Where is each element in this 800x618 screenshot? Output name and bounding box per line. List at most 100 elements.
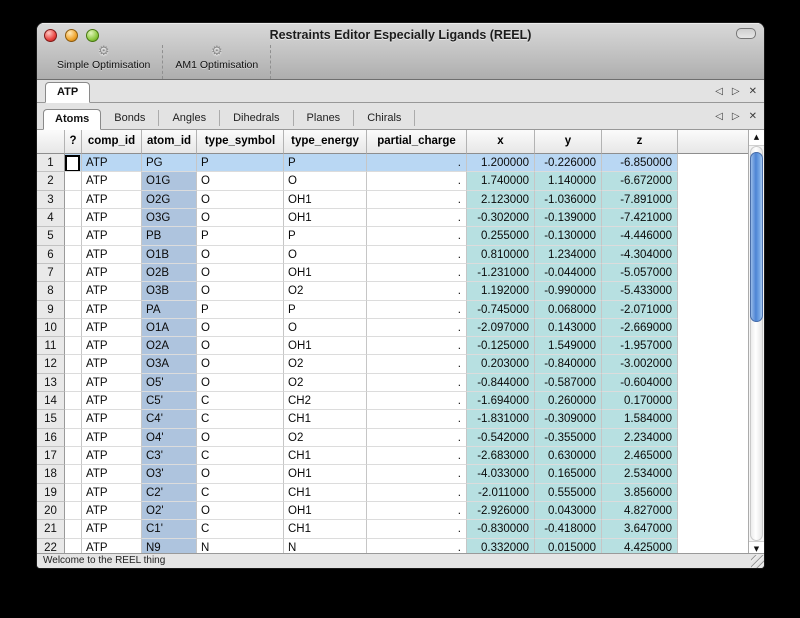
cell-x[interactable]: -2.097000 bbox=[467, 319, 535, 337]
tab-chirals[interactable]: Chirals bbox=[354, 110, 415, 126]
col-header-flag[interactable]: ? bbox=[65, 130, 82, 154]
cell-y[interactable]: 1.549000 bbox=[535, 337, 602, 355]
tab-scroll-left-icon[interactable]: ◁ bbox=[715, 111, 723, 122]
cell-atom-id[interactable]: O4' bbox=[142, 429, 197, 447]
cell-z[interactable]: 0.170000 bbox=[602, 392, 678, 410]
cell-x[interactable]: -1.694000 bbox=[467, 392, 535, 410]
cell-comp-id[interactable]: ATP bbox=[82, 429, 142, 447]
cell-x[interactable]: -0.125000 bbox=[467, 337, 535, 355]
table-row[interactable]: 18 ATP O3' O OH1 . -4.033000 0.165000 2.… bbox=[37, 465, 749, 483]
cell-y[interactable]: -0.990000 bbox=[535, 282, 602, 300]
table-row[interactable]: 9 ATP PA P P . -0.745000 0.068000 -2.071… bbox=[37, 301, 749, 319]
cell-type-symbol[interactable]: P bbox=[197, 154, 284, 172]
cell-type-energy[interactable]: O2 bbox=[284, 355, 367, 373]
row-number[interactable]: 1 bbox=[37, 154, 65, 172]
cell-comp-id[interactable]: ATP bbox=[82, 502, 142, 520]
cell-comp-id[interactable]: ATP bbox=[82, 392, 142, 410]
cell-partial-charge[interactable]: . bbox=[367, 209, 467, 227]
cell-x[interactable]: -0.745000 bbox=[467, 301, 535, 319]
cell-atom-id[interactable]: O1B bbox=[142, 246, 197, 264]
table-row[interactable]: 16 ATP O4' O O2 . -0.542000 -0.355000 2.… bbox=[37, 429, 749, 447]
col-header-comp-id[interactable]: comp_id bbox=[82, 130, 142, 154]
row-number[interactable]: 9 bbox=[37, 301, 65, 319]
cell-y[interactable]: 1.234000 bbox=[535, 246, 602, 264]
vertical-scrollbar[interactable]: ▲ ▼ bbox=[748, 130, 764, 557]
cell-partial-charge[interactable]: . bbox=[367, 355, 467, 373]
tab-scroll-left-icon[interactable]: ◁ bbox=[715, 86, 723, 97]
tab-planes[interactable]: Planes bbox=[294, 110, 355, 126]
row-number[interactable]: 10 bbox=[37, 319, 65, 337]
cell-x[interactable]: -2.683000 bbox=[467, 447, 535, 465]
cell-type-energy[interactable]: OH1 bbox=[284, 465, 367, 483]
am1-optimisation-button[interactable]: ⚙ AM1 Optimisation bbox=[163, 45, 271, 79]
cell-x[interactable]: -1.831000 bbox=[467, 410, 535, 428]
row-number[interactable]: 13 bbox=[37, 374, 65, 392]
cell-y[interactable]: -0.044000 bbox=[535, 264, 602, 282]
cell-x[interactable]: 1.740000 bbox=[467, 172, 535, 190]
cell-comp-id[interactable]: ATP bbox=[82, 319, 142, 337]
cell-type-energy[interactable]: OH1 bbox=[284, 191, 367, 209]
cell-x[interactable]: 0.255000 bbox=[467, 227, 535, 245]
cell-y[interactable]: 0.043000 bbox=[535, 502, 602, 520]
row-number[interactable]: 15 bbox=[37, 410, 65, 428]
cell-type-energy[interactable]: OH1 bbox=[284, 209, 367, 227]
cell-type-energy[interactable]: O bbox=[284, 319, 367, 337]
row-number[interactable]: 6 bbox=[37, 246, 65, 264]
cell-atom-id[interactable]: O3' bbox=[142, 465, 197, 483]
cell-x[interactable]: -0.844000 bbox=[467, 374, 535, 392]
row-number[interactable]: 14 bbox=[37, 392, 65, 410]
cell-type-energy[interactable]: OH1 bbox=[284, 337, 367, 355]
tab-close-icon[interactable]: ✕ bbox=[749, 86, 757, 97]
cell-flag[interactable] bbox=[65, 172, 82, 190]
row-number[interactable]: 20 bbox=[37, 502, 65, 520]
title-bar[interactable]: Restraints Editor Especially Ligands (RE… bbox=[37, 23, 764, 45]
tab-scroll-right-icon[interactable]: ▷ bbox=[732, 86, 740, 97]
cell-type-energy[interactable]: O2 bbox=[284, 429, 367, 447]
cell-type-symbol[interactable]: O bbox=[197, 209, 284, 227]
cell-z[interactable]: -6.672000 bbox=[602, 172, 678, 190]
row-number[interactable]: 16 bbox=[37, 429, 65, 447]
table-row[interactable]: 4 ATP O3G O OH1 . -0.302000 -0.139000 -7… bbox=[37, 209, 749, 227]
cell-type-symbol[interactable]: C bbox=[197, 447, 284, 465]
cell-x[interactable]: 1.200000 bbox=[467, 154, 535, 172]
cell-y[interactable]: 1.140000 bbox=[535, 172, 602, 190]
row-number[interactable]: 12 bbox=[37, 355, 65, 373]
tab-close-icon[interactable]: ✕ bbox=[749, 111, 757, 122]
cell-type-symbol[interactable]: P bbox=[197, 227, 284, 245]
cell-z[interactable]: -5.433000 bbox=[602, 282, 678, 300]
cell-atom-id[interactable]: C2' bbox=[142, 484, 197, 502]
cell-comp-id[interactable]: ATP bbox=[82, 355, 142, 373]
cell-z[interactable]: -6.850000 bbox=[602, 154, 678, 172]
cell-flag[interactable] bbox=[65, 447, 82, 465]
table-row[interactable]: 3 ATP O2G O OH1 . 2.123000 -1.036000 -7.… bbox=[37, 191, 749, 209]
cell-type-symbol[interactable]: O bbox=[197, 502, 284, 520]
cell-comp-id[interactable]: ATP bbox=[82, 172, 142, 190]
cell-atom-id[interactable]: O1A bbox=[142, 319, 197, 337]
row-number[interactable]: 11 bbox=[37, 337, 65, 355]
cell-type-energy[interactable]: P bbox=[284, 301, 367, 319]
cell-atom-id[interactable]: C5' bbox=[142, 392, 197, 410]
cell-partial-charge[interactable]: . bbox=[367, 264, 467, 282]
row-number[interactable]: 2 bbox=[37, 172, 65, 190]
cell-z[interactable]: -7.891000 bbox=[602, 191, 678, 209]
cell-atom-id[interactable]: O2' bbox=[142, 502, 197, 520]
cell-comp-id[interactable]: ATP bbox=[82, 337, 142, 355]
cell-type-symbol[interactable]: O bbox=[197, 264, 284, 282]
cell-x[interactable]: 0.203000 bbox=[467, 355, 535, 373]
cell-partial-charge[interactable]: . bbox=[367, 154, 467, 172]
table-row[interactable]: 20 ATP O2' O OH1 . -2.926000 0.043000 4.… bbox=[37, 502, 749, 520]
table-row[interactable]: 13 ATP O5' O O2 . -0.844000 -0.587000 -0… bbox=[37, 374, 749, 392]
cell-z[interactable]: 4.827000 bbox=[602, 502, 678, 520]
row-number[interactable]: 21 bbox=[37, 520, 65, 538]
cell-z[interactable]: 3.856000 bbox=[602, 484, 678, 502]
cell-atom-id[interactable]: C1' bbox=[142, 520, 197, 538]
table-row[interactable]: 12 ATP O3A O O2 . 0.203000 -0.840000 -3.… bbox=[37, 355, 749, 373]
cell-atom-id[interactable]: C4' bbox=[142, 410, 197, 428]
cell-type-symbol[interactable]: C bbox=[197, 410, 284, 428]
cell-partial-charge[interactable]: . bbox=[367, 282, 467, 300]
cell-x[interactable]: -0.542000 bbox=[467, 429, 535, 447]
cell-comp-id[interactable]: ATP bbox=[82, 209, 142, 227]
cell-type-energy[interactable]: P bbox=[284, 154, 367, 172]
col-header-x[interactable]: x bbox=[467, 130, 535, 154]
cell-partial-charge[interactable]: . bbox=[367, 191, 467, 209]
